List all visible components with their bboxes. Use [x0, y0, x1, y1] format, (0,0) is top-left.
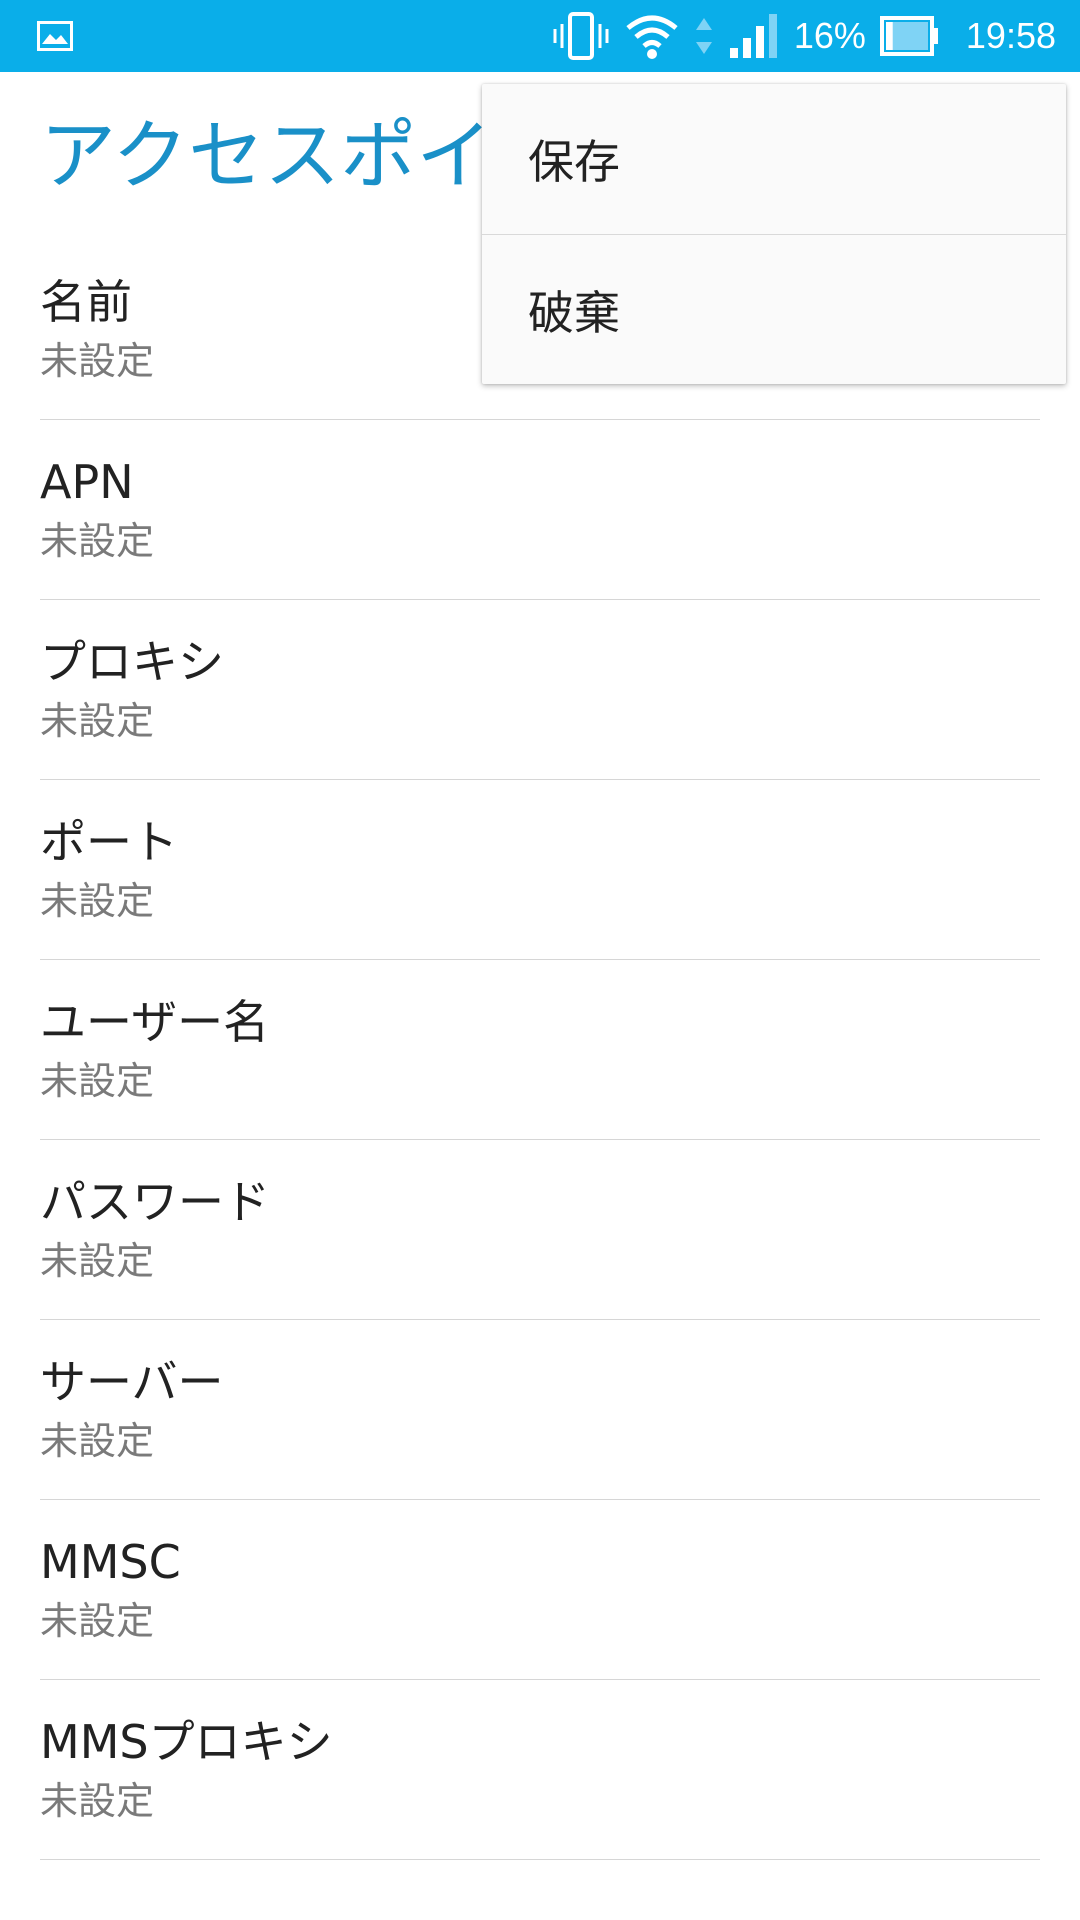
setting-row[interactable]: ポート 未設定: [40, 780, 1040, 960]
status-time: 19:58: [965, 15, 1056, 56]
settings-list: 名前 未設定 APN 未設定 プロキシ 未設定 ポート 未設定 ユーザー名 未設定 パスワード 未設定…: [0, 240, 1080, 1860]
setting-title: プロキシ: [40, 635, 224, 689]
setting-title: パスワード: [40, 1175, 270, 1229]
setting-row[interactable]: MMSC 未設定: [40, 1500, 1040, 1680]
setting-value: 未設定: [40, 1239, 155, 1283]
data-arrows-icon: [695, 18, 712, 54]
wifi-icon: [626, 15, 678, 59]
signal-icon: [729, 14, 777, 58]
status-bar: 16% 19:58: [0, 0, 1080, 72]
menu-item-save[interactable]: 保存: [482, 84, 1066, 234]
setting-row[interactable]: ユーザー名 未設定: [40, 960, 1040, 1140]
setting-value: 未設定: [40, 519, 155, 563]
setting-title: サーバー: [40, 1355, 224, 1409]
setting-value: 未設定: [40, 1059, 155, 1103]
setting-value: 未設定: [40, 1419, 155, 1463]
battery-percent: 16%: [793, 15, 866, 56]
vibrate-icon: [553, 12, 609, 60]
menu-item-discard[interactable]: 破棄: [482, 234, 1066, 384]
setting-title: ポート: [40, 815, 178, 869]
setting-title: 名前: [40, 275, 132, 329]
setting-value: 未設定: [40, 1599, 155, 1643]
gallery-image-icon: [37, 21, 73, 51]
setting-value: 未設定: [40, 699, 155, 743]
battery-icon: [879, 16, 938, 56]
setting-row[interactable]: プロキシ 未設定: [40, 600, 1040, 780]
setting-title: MMSプロキシ: [40, 1715, 333, 1769]
setting-row[interactable]: APN 未設定: [40, 420, 1040, 600]
apn-edit-screen: 16% 19:58 アクセスポイ 名前 未設定 APN 未設定 プロキシ 未設定 ポート 未設…: [0, 0, 1080, 1920]
setting-value: 未設定: [40, 339, 155, 383]
status-icons: 16% 19:58: [552, 0, 1056, 72]
setting-title: APN: [40, 455, 134, 509]
setting-row[interactable]: パスワード 未設定: [40, 1140, 1040, 1320]
overflow-menu: 保存 破棄: [482, 84, 1066, 384]
setting-title: ユーザー名: [40, 995, 270, 1049]
setting-value: 未設定: [40, 1779, 155, 1823]
page-title: アクセスポイ: [40, 111, 493, 200]
setting-row[interactable]: サーバー 未設定: [40, 1320, 1040, 1500]
setting-title: MMSC: [40, 1535, 181, 1589]
setting-value: 未設定: [40, 879, 155, 923]
setting-row[interactable]: MMSプロキシ未設定: [40, 1680, 1040, 1860]
